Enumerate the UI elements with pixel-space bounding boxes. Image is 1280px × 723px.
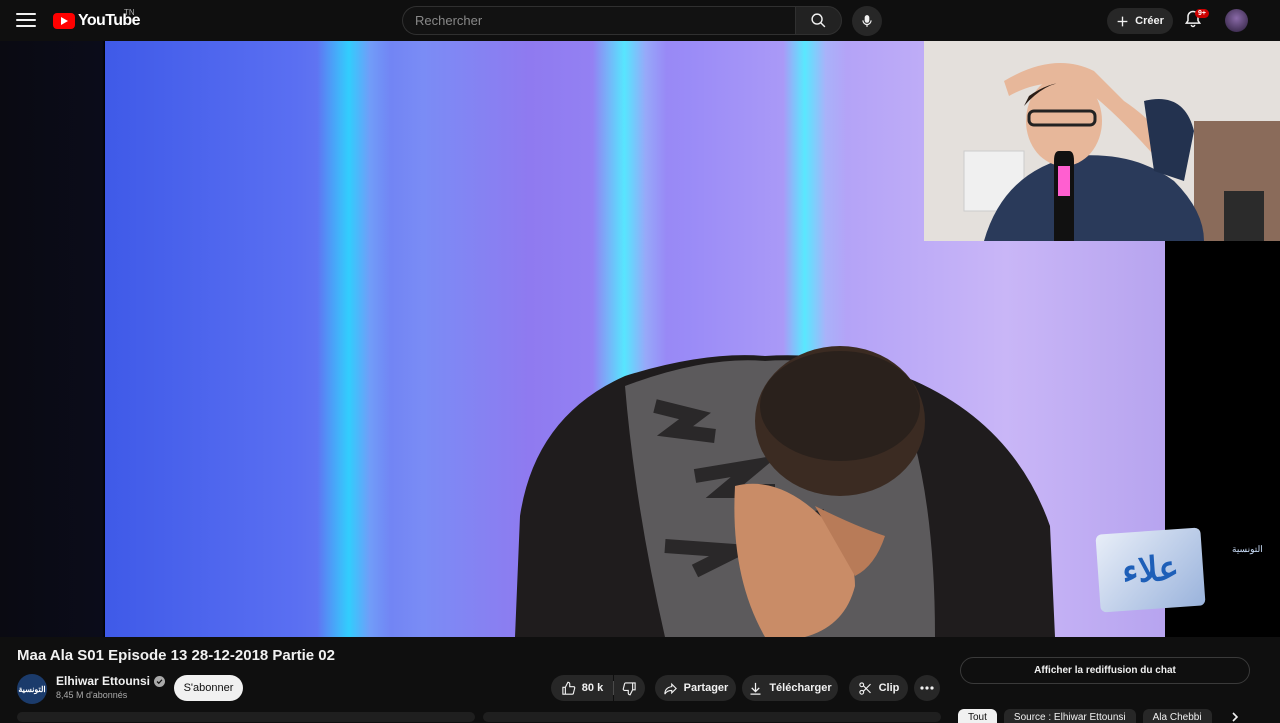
scissors-icon — [858, 681, 871, 695]
download-label: Télécharger — [769, 682, 832, 694]
create-label: Créer — [1135, 15, 1164, 27]
chip-all[interactable]: Tout — [958, 709, 997, 723]
thumbs-down-icon — [622, 681, 636, 695]
comment-area[interactable] — [483, 712, 941, 722]
download-button[interactable]: Télécharger — [742, 675, 838, 701]
like-button[interactable]: 80 k — [551, 675, 613, 701]
share-icon — [663, 682, 677, 694]
channel-avatar-text: التونسية — [18, 684, 46, 694]
notification-badge: 9+ — [1195, 9, 1209, 18]
more-horizontal-icon — [920, 686, 934, 690]
channel-name[interactable]: Elhiwar Ettounsi — [56, 674, 166, 688]
facecam-overlay — [924, 41, 1280, 241]
chip-source[interactable]: Source : Elhiwar Ettounsi — [1003, 709, 1136, 723]
download-icon — [750, 682, 761, 695]
subscribe-button[interactable]: S'abonner — [174, 675, 243, 701]
chevron-right-icon[interactable] — [1230, 712, 1240, 722]
show-chat-replay-button[interactable]: Afficher la rediffusion du chat — [960, 657, 1250, 684]
microphone-icon — [862, 15, 872, 27]
channel-name-text[interactable]: Elhiwar Ettounsi — [56, 674, 150, 688]
search-input[interactable] — [403, 7, 795, 34]
search-box — [402, 6, 795, 35]
description-box[interactable] — [17, 712, 475, 722]
streamer-figure — [924, 41, 1280, 241]
channel-avatar[interactable]: التونسية — [17, 674, 47, 704]
share-label: Partager — [683, 682, 729, 694]
verified-check-icon — [154, 675, 166, 687]
plus-icon — [1117, 16, 1128, 26]
voice-search-button[interactable] — [852, 6, 882, 36]
user-avatar[interactable] — [1225, 9, 1248, 32]
more-actions-button[interactable] — [914, 675, 940, 701]
recommendation-chips: Tout Source : Elhiwar Ettounsi Ala Chebb… — [958, 709, 1212, 723]
video-title: Maa Ala S01 Episode 13 28-12-2018 Partie… — [17, 647, 335, 664]
person-figure — [515, 346, 1055, 637]
show-logo: علاء — [1095, 527, 1206, 613]
youtube-play-icon — [53, 13, 75, 29]
like-count: 80 k — [581, 682, 604, 694]
clip-label: Clip — [878, 682, 900, 694]
search-icon — [811, 13, 826, 28]
country-code: TN — [124, 8, 135, 17]
video-player[interactable]: علاء التونسية — [0, 41, 1280, 637]
clip-button[interactable]: Clip — [849, 675, 908, 701]
search-button[interactable] — [795, 6, 842, 35]
share-button[interactable]: Partager — [655, 675, 736, 701]
thumbs-up-icon — [562, 681, 576, 695]
top-bar: YouTube TN Créer 9+ — [0, 0, 1280, 41]
dislike-button[interactable] — [614, 675, 645, 701]
subscriber-count: 8,45 M d'abonnés — [56, 690, 128, 700]
channel-watermark: التونسية — [1232, 544, 1263, 554]
hamburger-menu-icon[interactable] — [14, 10, 38, 30]
create-button[interactable]: Créer — [1107, 8, 1173, 34]
chip-ala-chebbi[interactable]: Ala Chebbi — [1142, 709, 1212, 723]
